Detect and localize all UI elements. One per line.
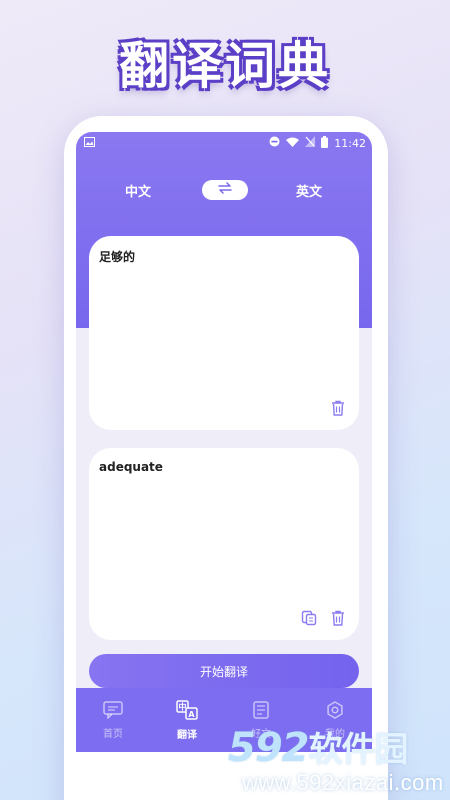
- swap-language-button[interactable]: [202, 180, 248, 200]
- promo-title: 翻译词典: [119, 37, 331, 95]
- trash-icon[interactable]: [331, 610, 345, 626]
- chat-icon: [103, 700, 123, 722]
- watermark: 592软件园 www.592xiazai.com: [220, 722, 450, 800]
- watermark-url: www.592xiazai.com: [242, 770, 444, 795]
- input-text-area[interactable]: 足够的: [89, 236, 359, 430]
- status-bar: 11:42: [76, 132, 372, 154]
- nav-item-home[interactable]: 首页: [76, 688, 150, 752]
- article-icon: [253, 700, 269, 722]
- copy-icon[interactable]: [301, 610, 317, 626]
- target-language[interactable]: 英文: [296, 181, 322, 200]
- swap-arrows-icon: [217, 182, 233, 198]
- output-text-area: adequate: [89, 448, 359, 640]
- input-text[interactable]: 足够的: [99, 248, 135, 265]
- svg-text:A: A: [188, 709, 195, 718]
- battery-icon: [321, 135, 329, 151]
- gallery-notification-icon: [84, 136, 95, 150]
- status-time: 11:42: [334, 136, 366, 150]
- start-translate-button[interactable]: 开始翻译: [89, 654, 359, 688]
- watermark-brand: 592软件园: [228, 722, 409, 771]
- settings-icon: [326, 700, 344, 722]
- nav-label-home: 首页: [103, 728, 123, 740]
- output-text: adequate: [99, 460, 163, 474]
- trash-icon[interactable]: [331, 400, 345, 416]
- translate-icon: 中A: [176, 699, 198, 723]
- nav-item-translate[interactable]: 中A 翻译: [150, 688, 224, 752]
- nav-label-translate: 翻译: [177, 729, 197, 741]
- app-screen: 11:42 中文 英文 足够的 adequate 开始翻译 首页 中 A 翻译 …: [76, 132, 372, 752]
- wifi-icon: [286, 137, 300, 150]
- source-language[interactable]: 中文: [125, 181, 151, 200]
- no-signal-icon: [305, 136, 316, 150]
- watermark-digits: 592: [228, 725, 309, 771]
- watermark-text: 软件园: [308, 730, 409, 770]
- dnd-icon: [269, 136, 280, 150]
- language-selector: 中文 英文: [76, 178, 372, 202]
